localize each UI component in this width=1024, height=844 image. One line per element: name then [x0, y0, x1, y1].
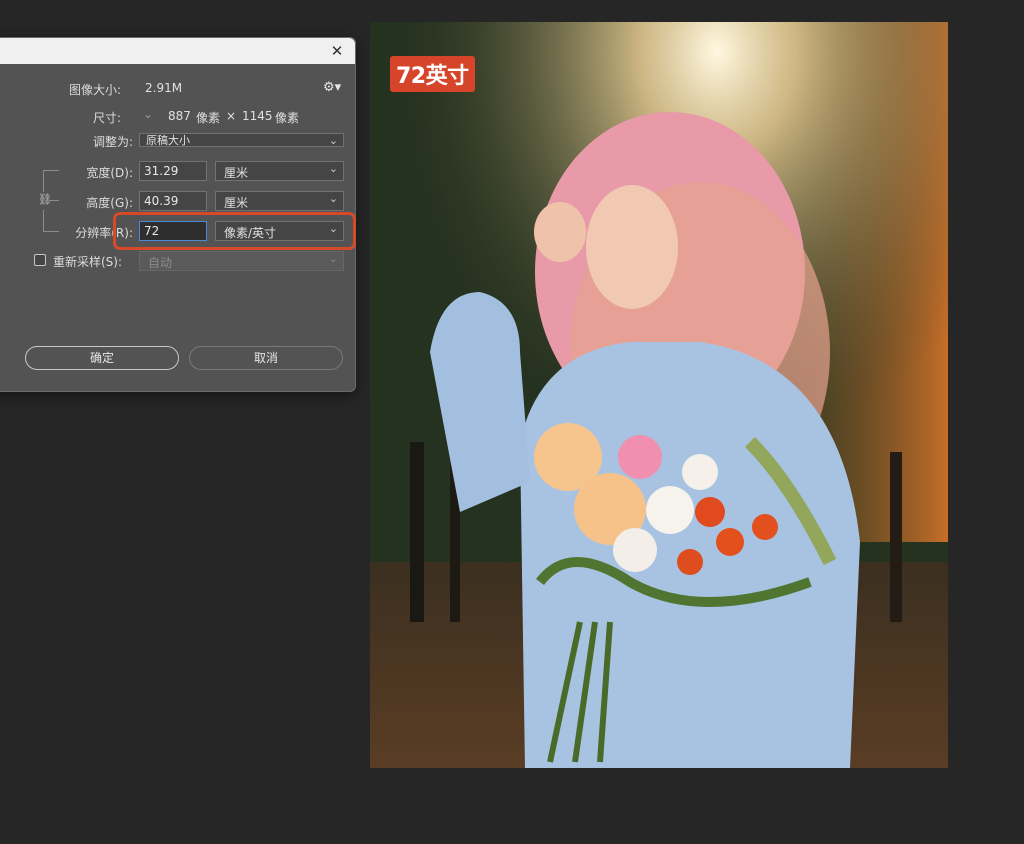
dimensions-unit-1: 像素: [196, 111, 221, 125]
chevron-down-icon: ⌄: [328, 162, 338, 175]
width-input[interactable]: [139, 161, 207, 181]
chevron-down-icon: ⌄: [328, 134, 338, 147]
link-bracket-top-h: [43, 170, 59, 171]
fit-to-label: 调整为:: [92, 135, 133, 149]
resample-label: 重新采样(S):: [53, 255, 123, 269]
height-label: 高度(G):: [86, 196, 133, 210]
gear-icon[interactable]: ⚙▾: [323, 80, 341, 95]
resample-select: 自动 ⌄: [139, 251, 344, 271]
height-input[interactable]: [139, 191, 207, 211]
resample-checkbox[interactable]: [34, 254, 46, 266]
resolution-overlay-badge: 72英寸: [390, 56, 475, 92]
link-bracket-top: [43, 170, 44, 192]
dimensions-width-value: 887: [168, 109, 191, 123]
height-unit-value: 厘米: [224, 196, 249, 210]
chevron-down-icon: ⌄: [328, 192, 338, 205]
dimensions-height-value: 1145: [242, 109, 273, 123]
close-icon[interactable]: ✕: [327, 41, 347, 61]
image-size-value: 2.91M: [145, 81, 183, 95]
dimensions-chevron-icon[interactable]: ⌄: [143, 107, 153, 121]
ok-button[interactable]: 确定: [25, 346, 179, 370]
fit-to-value: 原稿大小: [146, 134, 190, 147]
width-unit-value: 厘米: [224, 166, 249, 180]
chevron-down-icon: ⌄: [328, 252, 338, 265]
image-size-label: 图像大小:: [68, 83, 121, 97]
resample-value: 自动: [148, 256, 173, 270]
canvas-image: 72英寸: [370, 22, 948, 768]
height-unit-select[interactable]: 厘米 ⌄: [215, 191, 344, 211]
width-unit-select[interactable]: 厘米 ⌄: [215, 161, 344, 181]
photo-illustration: [370, 22, 948, 768]
cancel-button[interactable]: 取消: [189, 346, 343, 370]
link-bracket-bottom: [43, 210, 44, 232]
dimensions-unit-2: 像素: [275, 111, 300, 125]
width-label: 宽度(D):: [86, 166, 133, 180]
fit-to-select[interactable]: 原稿大小 ⌄: [139, 133, 344, 147]
dimensions-label: 尺寸:: [92, 111, 121, 125]
resolution-highlight-box: [113, 212, 356, 250]
dialog-titlebar: ✕: [0, 38, 355, 64]
link-bracket-mid: [49, 200, 59, 201]
dimensions-times: ×: [226, 109, 237, 123]
